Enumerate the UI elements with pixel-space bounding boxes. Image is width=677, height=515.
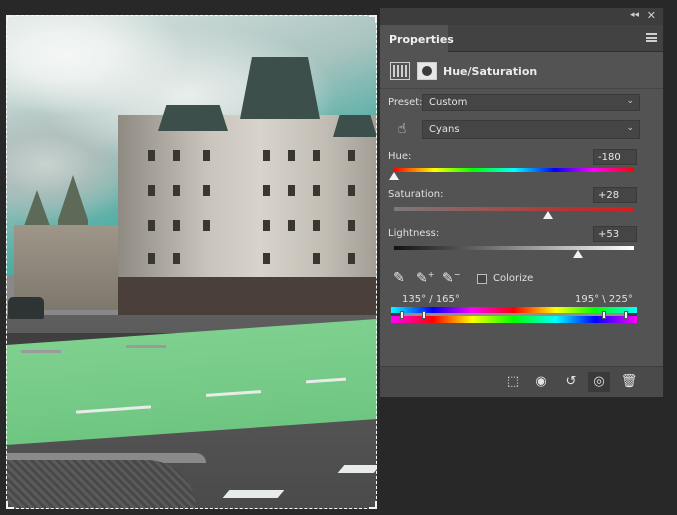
photo-window — [173, 150, 180, 161]
photo-window — [313, 185, 320, 196]
photo-window — [263, 150, 270, 161]
range-left-degrees: 135° / 165° — [402, 294, 460, 305]
photo-window — [148, 220, 155, 231]
properties-panel: ◂◂ ✕ Properties Hue/Saturation Preset: C… — [379, 7, 664, 397]
photo-window — [313, 220, 320, 231]
close-icon[interactable]: ✕ — [647, 9, 656, 22]
lightness-slider-thumb[interactable] — [572, 250, 583, 258]
saturation-label: Saturation: — [388, 189, 444, 200]
range-handle-inner-right[interactable] — [602, 311, 606, 319]
range-handle-outer-left[interactable] — [400, 311, 404, 319]
saturation-slider-thumb[interactable] — [542, 211, 553, 219]
panel-tab-bar: Properties — [380, 25, 663, 52]
chevron-down-icon: ⌄ — [626, 123, 634, 133]
photo-window — [288, 150, 295, 161]
colorize-checkbox[interactable] — [477, 274, 487, 284]
lightness-label: Lightness: — [388, 228, 440, 239]
photo-window — [288, 185, 295, 196]
photo-window — [203, 185, 210, 196]
panel-menu-icon[interactable] — [646, 33, 657, 42]
targeted-adjustment-hand-icon[interactable]: ☝ — [391, 121, 413, 139]
channel-dropdown[interactable]: Cyans ⌄ — [422, 120, 640, 139]
reset-icon[interactable]: ↺ — [560, 372, 582, 392]
double-chevron-icon[interactable]: ◂◂ — [630, 10, 639, 20]
photo-car — [8, 297, 44, 319]
selection-corner-handle[interactable] — [6, 15, 14, 23]
chevron-down-icon: ⌄ — [626, 96, 634, 106]
photo-window — [263, 185, 270, 196]
clip-to-layer-icon[interactable]: ⬚ — [502, 372, 524, 392]
photo-window — [203, 220, 210, 231]
photo-roof — [333, 115, 377, 137]
adjustment-title: Hue/Saturation — [443, 65, 538, 78]
photo-window — [148, 150, 155, 161]
photo-lane-marking — [337, 465, 377, 473]
range-right-degrees: 195° \ 225° — [575, 294, 633, 305]
photo-window — [348, 150, 355, 161]
range-handle-inner-left[interactable] — [422, 311, 426, 319]
hue-saturation-layer-icon[interactable] — [390, 62, 410, 80]
eyedropper-icon[interactable]: ✎ — [390, 270, 408, 288]
tab-properties[interactable]: Properties — [380, 25, 454, 52]
saturation-value-field[interactable]: +28 — [593, 187, 637, 203]
selection-corner-handle[interactable] — [369, 15, 377, 23]
photo-window — [148, 185, 155, 196]
lightness-value-field[interactable]: +53 — [593, 226, 637, 242]
eyedropper-add-icon[interactable]: ✎+ — [416, 270, 434, 288]
photo-window — [148, 253, 155, 264]
colorize-label: Colorize — [493, 273, 534, 284]
panel-bottom-toolbar: ⬚ ◉ ↺ ◎ 🗑 — [380, 366, 663, 397]
photo-window — [263, 220, 270, 231]
preset-value: Custom — [429, 97, 468, 108]
hue-slider-thumb[interactable] — [389, 172, 399, 180]
panel-title-bar[interactable]: ◂◂ ✕ — [380, 8, 663, 25]
channel-value: Cyans — [429, 124, 460, 135]
range-handle-outer-right[interactable] — [624, 311, 628, 319]
hue-value-field[interactable]: -180 — [593, 149, 637, 165]
view-previous-state-icon[interactable]: ◉ — [530, 372, 552, 392]
photo-lane-marking — [126, 345, 166, 348]
adjustment-header: Hue/Saturation — [380, 53, 663, 89]
photo-lane-marking — [222, 490, 285, 498]
hue-label: Hue: — [388, 151, 412, 162]
photo-window — [348, 253, 355, 264]
eye-icon[interactable]: ◎ — [588, 372, 610, 392]
photo-window — [313, 253, 320, 264]
photo-window — [348, 185, 355, 196]
photo-lane-marking — [21, 350, 61, 353]
output-color-spectrum — [391, 316, 637, 323]
layer-mask-icon[interactable] — [417, 62, 437, 80]
photo-window — [173, 185, 180, 196]
photo-roof — [158, 105, 228, 131]
preset-label: Preset: — [388, 97, 423, 108]
photo-cobblestones — [6, 460, 196, 509]
hue-slider-track[interactable] — [394, 168, 634, 172]
saturation-slider-track[interactable] — [394, 207, 634, 211]
photo-window — [348, 220, 355, 231]
photo-window — [173, 253, 180, 264]
trash-icon[interactable]: 🗑 — [618, 372, 640, 392]
photo-window — [263, 253, 270, 264]
eyedropper-subtract-icon[interactable]: ✎− — [442, 270, 460, 288]
photo-roof — [240, 57, 320, 119]
selection-corner-handle[interactable] — [369, 501, 377, 509]
photo-shopfront — [118, 277, 377, 317]
photo-window — [288, 220, 295, 231]
document-canvas[interactable] — [6, 15, 377, 509]
preset-dropdown[interactable]: Custom ⌄ — [422, 94, 640, 111]
photo-window — [313, 150, 320, 161]
lightness-slider-track[interactable] — [394, 246, 634, 250]
selection-corner-handle[interactable] — [6, 501, 14, 509]
photo-window — [203, 150, 210, 161]
photo-window — [173, 220, 180, 231]
